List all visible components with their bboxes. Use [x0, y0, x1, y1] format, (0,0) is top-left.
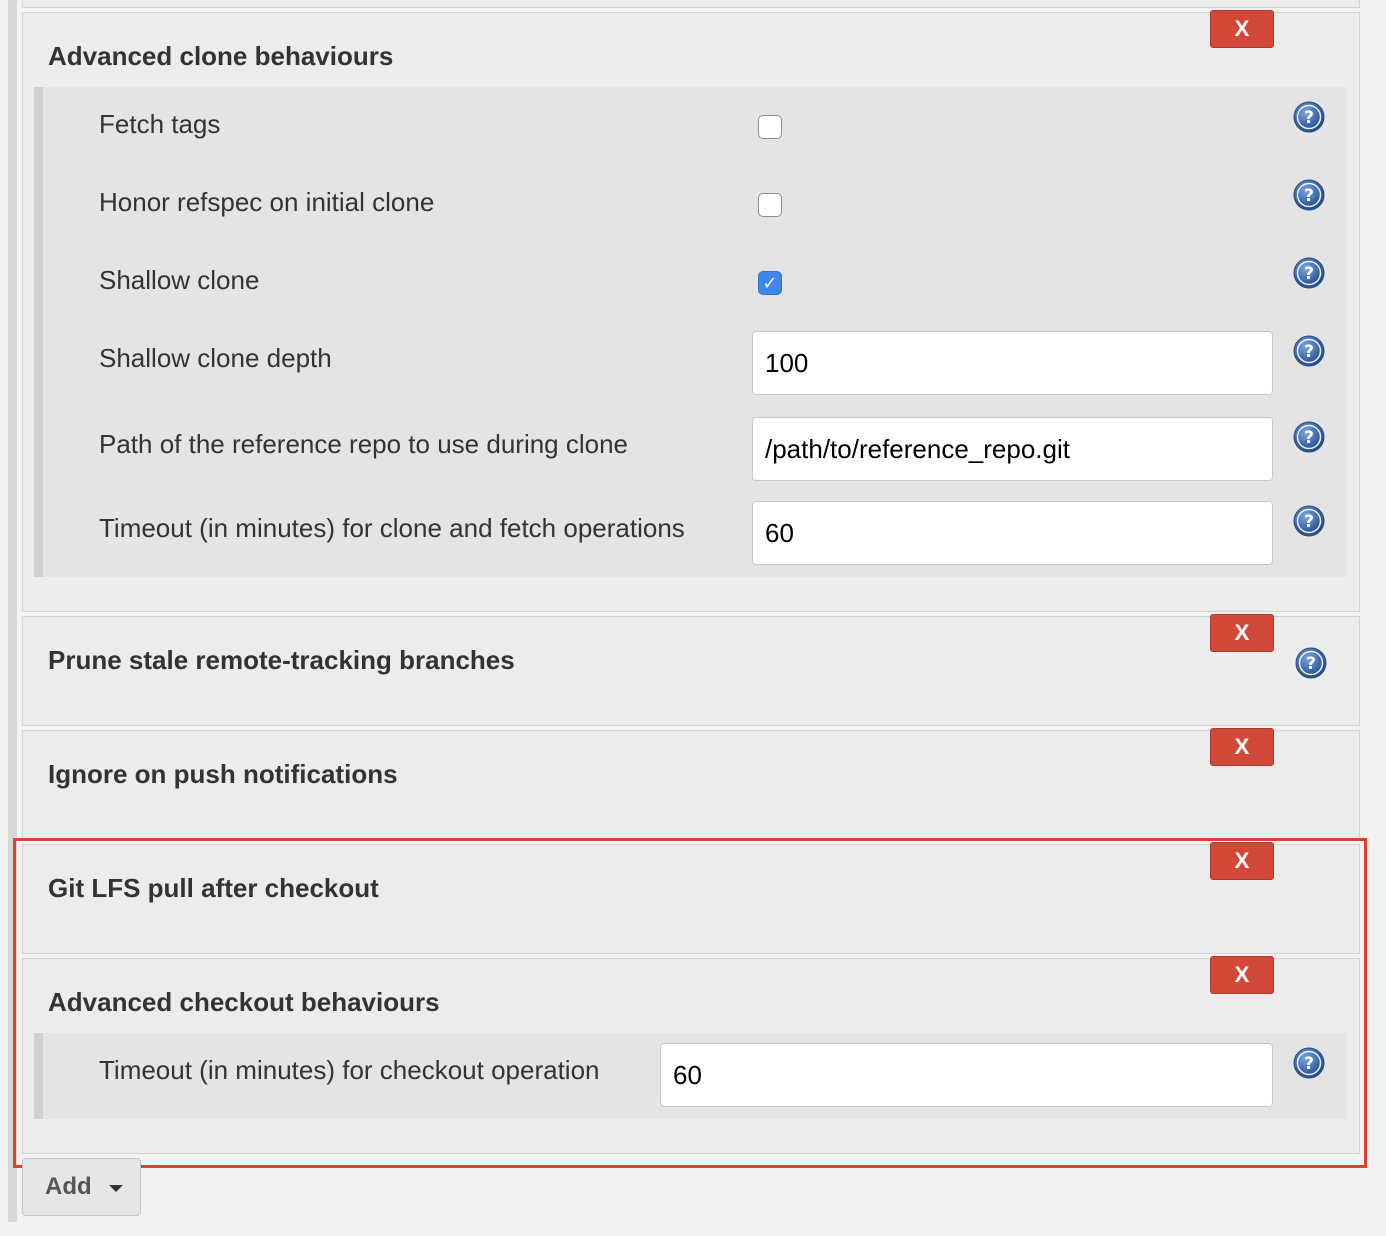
- help-icon[interactable]: ?: [1293, 257, 1325, 289]
- advanced-clone-section: Advanced clone behaviours X Fetch tags ?…: [22, 10, 1360, 612]
- checkout-timeout-input[interactable]: 60: [660, 1043, 1273, 1107]
- shallow-clone-depth-input[interactable]: 100: [752, 331, 1273, 395]
- remove-section-button[interactable]: X: [1210, 842, 1274, 880]
- section-title: Advanced checkout behaviours: [48, 987, 440, 1017]
- section-title: Git LFS pull after checkout: [48, 873, 379, 903]
- fetch-tags-label: Fetch tags: [99, 109, 221, 139]
- section-title: Ignore on push notifications: [48, 759, 398, 789]
- help-icon[interactable]: ?: [1293, 1047, 1325, 1079]
- add-button-label: Add: [45, 1173, 92, 1200]
- svg-text:?: ?: [1304, 512, 1314, 532]
- fetch-tags-checkbox[interactable]: [758, 115, 782, 139]
- svg-text:?: ?: [1304, 264, 1314, 284]
- svg-text:?: ?: [1304, 186, 1314, 206]
- remove-section-button[interactable]: X: [1210, 956, 1274, 994]
- svg-text:?: ?: [1304, 428, 1314, 448]
- checkmark-icon: ✓: [762, 273, 778, 293]
- clone-options-panel: Fetch tags ? Honor refspec on initial cl…: [34, 87, 1346, 577]
- shallow-clone-depth-label: Shallow clone depth: [99, 343, 332, 373]
- svg-text:?: ?: [1304, 1054, 1314, 1074]
- honor-refspec-checkbox[interactable]: [758, 193, 782, 217]
- help-icon[interactable]: ?: [1295, 647, 1327, 679]
- section-title: Prune stale remote-tracking branches: [48, 645, 515, 675]
- remove-section-button[interactable]: X: [1210, 10, 1274, 48]
- reference-repo-input[interactable]: /path/to/reference_repo.git: [752, 417, 1273, 481]
- prune-section: Prune stale remote-tracking branches X ?: [22, 614, 1360, 726]
- help-icon[interactable]: ?: [1293, 335, 1325, 367]
- section-title: Advanced clone behaviours: [48, 41, 394, 71]
- shallow-clone-checkbox[interactable]: ✓: [758, 271, 782, 295]
- remove-section-button[interactable]: X: [1210, 614, 1274, 652]
- checkout-timeout-label: Timeout (in minutes) for checkout operat…: [99, 1055, 600, 1085]
- ignore-push-section: Ignore on push notifications X: [22, 728, 1360, 840]
- advanced-checkout-section: Advanced checkout behaviours X Timeout (…: [22, 956, 1360, 1154]
- previous-section-edge: [22, 0, 1360, 8]
- help-icon[interactable]: ?: [1293, 101, 1325, 133]
- left-border-bar: [8, 0, 17, 1222]
- clone-timeout-input[interactable]: 60: [752, 501, 1273, 565]
- svg-text:?: ?: [1304, 342, 1314, 362]
- caret-down-icon: [109, 1185, 123, 1192]
- add-button[interactable]: Add: [22, 1158, 141, 1216]
- help-icon[interactable]: ?: [1293, 505, 1325, 537]
- shallow-clone-label: Shallow clone: [99, 265, 260, 295]
- remove-section-button[interactable]: X: [1210, 728, 1274, 766]
- svg-text:?: ?: [1304, 108, 1314, 128]
- svg-text:?: ?: [1306, 654, 1316, 674]
- checkout-options-panel: Timeout (in minutes) for checkout operat…: [34, 1033, 1346, 1119]
- git-lfs-section: Git LFS pull after checkout X: [22, 842, 1360, 954]
- help-icon[interactable]: ?: [1293, 421, 1325, 453]
- clone-timeout-label: Timeout (in minutes) for clone and fetch…: [99, 513, 685, 543]
- reference-repo-label: Path of the reference repo to use during…: [99, 429, 629, 459]
- help-icon[interactable]: ?: [1293, 179, 1325, 211]
- honor-refspec-label: Honor refspec on initial clone: [99, 187, 435, 217]
